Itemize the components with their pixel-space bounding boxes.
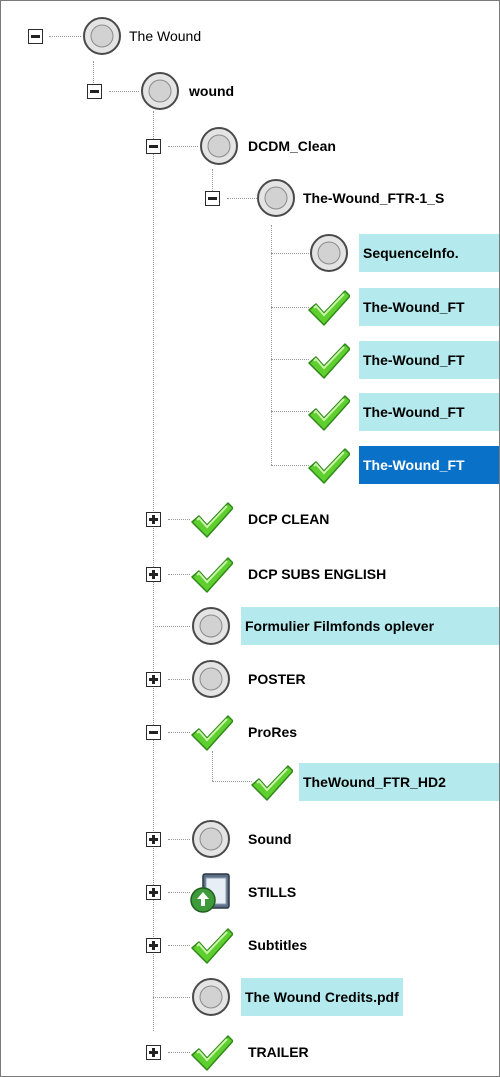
expand-toggle[interactable]: [146, 567, 161, 582]
checkmark-icon: [308, 343, 350, 379]
status-circle-icon: [192, 978, 230, 1016]
status-circle-icon: [192, 660, 230, 698]
tree-line: [168, 574, 190, 575]
node-label: wound: [189, 83, 235, 99]
node-label: ProRes: [248, 724, 298, 740]
tree-line: [212, 751, 213, 781]
node-label: DCDM_Clean: [248, 138, 336, 154]
tree-line: [168, 679, 190, 680]
collapse-toggle[interactable]: [146, 725, 161, 740]
checkmark-icon: [191, 557, 233, 593]
tree-view[interactable]: The Wound wound DCDM_Clean The-Wound_FTR…: [0, 0, 500, 1077]
checkmark-icon: [191, 1035, 233, 1071]
tree-line: [168, 945, 190, 946]
tree-line: [271, 411, 309, 412]
checkmark-icon: [191, 502, 233, 538]
tree-line: [168, 892, 190, 893]
status-circle-icon: [200, 127, 238, 165]
node-label: The-Wound_FTR-1_S: [303, 190, 445, 206]
status-circle-icon: [83, 17, 121, 55]
tree-line: [271, 225, 272, 465]
checkmark-icon: [308, 448, 350, 484]
tree-line: [212, 781, 252, 782]
tree-line: [271, 359, 309, 360]
node-label: TRAILER: [248, 1044, 309, 1060]
node-label: The-Wound_FT: [359, 393, 499, 431]
node-label: Sound: [248, 831, 292, 847]
node-label: POSTER: [248, 671, 306, 687]
checkmark-icon: [191, 715, 233, 751]
status-circle-icon: [192, 607, 230, 645]
status-circle-icon: [192, 820, 230, 858]
node-label: The-Wound_FT: [359, 341, 499, 379]
collapse-toggle[interactable]: [205, 191, 220, 206]
node-label: The-Wound_FT: [359, 446, 499, 484]
status-circle-icon: [141, 72, 179, 110]
node-label: DCP CLEAN: [248, 511, 330, 527]
expand-toggle[interactable]: [146, 1045, 161, 1060]
node-label: Formulier Filmfonds oplever: [241, 607, 499, 645]
node-label: SequenceInfo.: [359, 234, 499, 272]
tree-line: [153, 997, 190, 998]
node-label: The-Wound_FT: [359, 288, 499, 326]
tree-line: [168, 146, 198, 147]
tree-line: [49, 36, 81, 37]
checkmark-icon: [251, 765, 293, 801]
checkmark-icon: [308, 290, 350, 326]
node-label: TheWound_FTR_HD2: [299, 763, 499, 801]
tree-line: [153, 626, 190, 627]
tree-line: [271, 307, 309, 308]
checkmark-icon: [308, 395, 350, 431]
expand-toggle[interactable]: [146, 832, 161, 847]
node-label: DCP SUBS ENGLISH: [248, 566, 387, 582]
tree-line: [168, 732, 190, 733]
expand-toggle[interactable]: [146, 885, 161, 900]
tree-line: [271, 253, 309, 254]
node-label: Subtitles: [248, 937, 308, 953]
tree-line: [271, 465, 309, 466]
status-circle-icon: [257, 179, 295, 217]
tree-line: [168, 839, 190, 840]
upload-folder-icon: [190, 873, 230, 913]
expand-toggle[interactable]: [146, 938, 161, 953]
collapse-toggle[interactable]: [146, 139, 161, 154]
tree-line: [168, 519, 190, 520]
node-label: STILLS: [248, 884, 297, 900]
tree-line: [227, 198, 257, 199]
collapse-toggle[interactable]: [28, 29, 43, 44]
expand-toggle[interactable]: [146, 672, 161, 687]
collapse-toggle[interactable]: [87, 84, 102, 99]
node-label: The Wound: [129, 28, 202, 44]
node-label: The Wound Credits.pdf: [241, 978, 403, 1016]
checkmark-icon: [191, 928, 233, 964]
tree-line: [168, 1052, 190, 1053]
tree-line: [109, 91, 139, 92]
expand-toggle[interactable]: [146, 512, 161, 527]
status-circle-icon: [310, 234, 348, 272]
